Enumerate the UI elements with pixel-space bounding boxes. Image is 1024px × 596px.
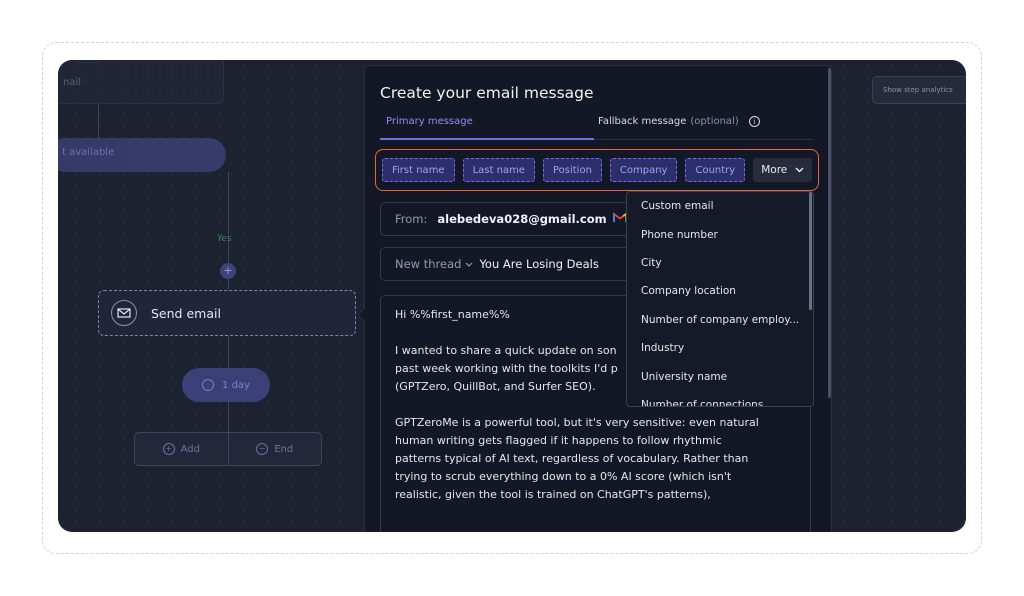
body-line: patterns typical of AI text, regardless … [395, 452, 749, 465]
dropdown-scrollbar[interactable] [809, 192, 812, 310]
body-line: realistic, given the tool is trained on … [395, 488, 711, 501]
connector-line [228, 279, 229, 290]
email-node[interactable]: nail [58, 60, 224, 104]
body-paragraph-2: GPTZeroMe is a powerful tool, but it's v… [395, 414, 796, 504]
more-tags-button[interactable]: More [753, 158, 813, 182]
tab-fallback-label: Fallback message [598, 116, 687, 127]
chevron-down-icon [465, 260, 473, 269]
message-tabs: Primary message Fallback message (option… [380, 114, 813, 140]
add-label: Add [180, 443, 200, 455]
tag-company[interactable]: Company [609, 158, 678, 182]
minus-circle-icon: − [256, 443, 269, 455]
connector-line [98, 104, 99, 138]
gmail-icon [612, 212, 627, 226]
send-email-node[interactable]: Send email [98, 290, 356, 336]
dropdown-item[interactable]: Custom email [627, 192, 813, 220]
info-icon[interactable]: i [748, 116, 760, 127]
panel-scrollbar[interactable] [828, 68, 831, 398]
chevron-down-icon [795, 167, 804, 173]
more-tags-dropdown: Custom email Phone number City Company l… [626, 191, 814, 407]
body-line: human writing gets flagged if it happens… [395, 434, 722, 447]
dropdown-item[interactable]: City [627, 249, 813, 277]
workflow-canvas[interactable]: nail t available Yes + Send email 1 day … [58, 60, 966, 532]
tag-country[interactable]: Country [685, 158, 746, 182]
add-end-controls: + Add − End [134, 432, 322, 466]
more-label: More [761, 164, 788, 176]
from-email: alebedeva028@gmail.com [437, 212, 607, 226]
condition-node[interactable]: t available [58, 138, 226, 172]
plus-circle-icon: + [162, 443, 175, 455]
body-line: I wanted to share a quick update on son [395, 344, 617, 357]
branch-yes-label: Yes [217, 234, 232, 244]
end-label: End [274, 443, 294, 455]
tab-fallback-message[interactable]: Fallback message (optional) i [598, 116, 760, 127]
body-line: GPTZeroMe is a powerful tool, but it's v… [395, 416, 759, 429]
send-email-label: Send email [151, 305, 221, 321]
envelope-icon [111, 300, 137, 326]
node-connector [71, 60, 105, 63]
clock-icon [202, 379, 215, 391]
personalization-tags: First name Last name Position Company Co… [375, 149, 819, 191]
add-button[interactable]: + Add [135, 433, 228, 465]
tag-last-name[interactable]: Last name [462, 158, 535, 182]
dropdown-item[interactable]: Phone number [627, 220, 813, 248]
body-line: trying to scrub everything down to a 0% … [395, 470, 732, 483]
tag-first-name[interactable]: First name [382, 158, 455, 182]
dropdown-item[interactable]: Industry [627, 334, 813, 362]
body-line: (GPTZero, QuillBot, and Surfer SEO). [395, 380, 596, 393]
dropdown-item[interactable]: Company location [627, 277, 813, 305]
from-label: From: [395, 212, 428, 226]
dropdown-item[interactable]: Number of company employ... [627, 306, 813, 334]
connector-line [228, 402, 229, 432]
dropdown-item[interactable]: University name [627, 362, 813, 390]
end-button[interactable]: − End [227, 433, 322, 465]
subject-text: You Are Losing Deals [479, 257, 599, 271]
tag-position[interactable]: Position [542, 158, 602, 182]
delay-label: 1 day [222, 379, 250, 391]
email-node-label: nail [63, 77, 82, 88]
connector-line [228, 336, 229, 368]
add-step-button[interactable]: + [220, 263, 236, 279]
delay-node[interactable]: 1 day [182, 368, 270, 402]
tab-fallback-optional: (optional) [690, 116, 739, 127]
connector-line [228, 172, 229, 264]
active-tab-indicator [380, 138, 594, 140]
dropdown-item[interactable]: Number of connections [627, 391, 813, 406]
panel-title: Create your email message [380, 84, 594, 102]
condition-node-label: t available [62, 147, 115, 158]
body-line: past week working with the toolkits I'd … [395, 362, 618, 375]
thread-mode-select[interactable]: New thread [395, 257, 461, 271]
show-step-analytics-button[interactable]: Show step analytics [872, 76, 966, 104]
panel-pointer [356, 307, 372, 323]
tab-primary-message[interactable]: Primary message [386, 116, 473, 127]
